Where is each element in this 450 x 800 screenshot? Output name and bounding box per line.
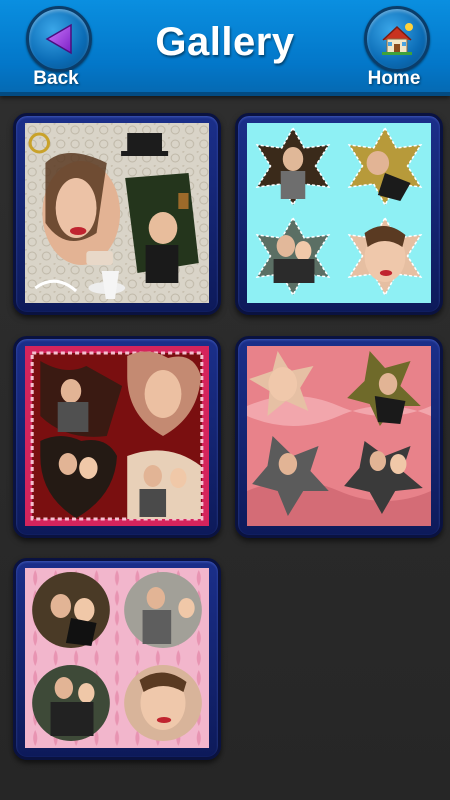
gallery-item-1[interactable] <box>13 113 221 315</box>
gallery-item-3[interactable] <box>13 336 221 538</box>
home-button[interactable]: Home <box>358 6 430 90</box>
collage-image <box>247 123 431 303</box>
collage-image <box>25 346 209 526</box>
collage-image <box>25 123 209 303</box>
gallery-item-5[interactable] <box>13 558 221 760</box>
gallery-item-4[interactable] <box>235 336 443 538</box>
top-bar: Back Gallery Home <box>0 0 450 96</box>
home-label: Home <box>367 68 421 89</box>
house-icon <box>364 6 430 72</box>
collage-image <box>25 568 209 748</box>
collage-image <box>247 346 431 526</box>
back-label: Back <box>33 68 79 89</box>
gallery-item-2[interactable] <box>235 113 443 315</box>
